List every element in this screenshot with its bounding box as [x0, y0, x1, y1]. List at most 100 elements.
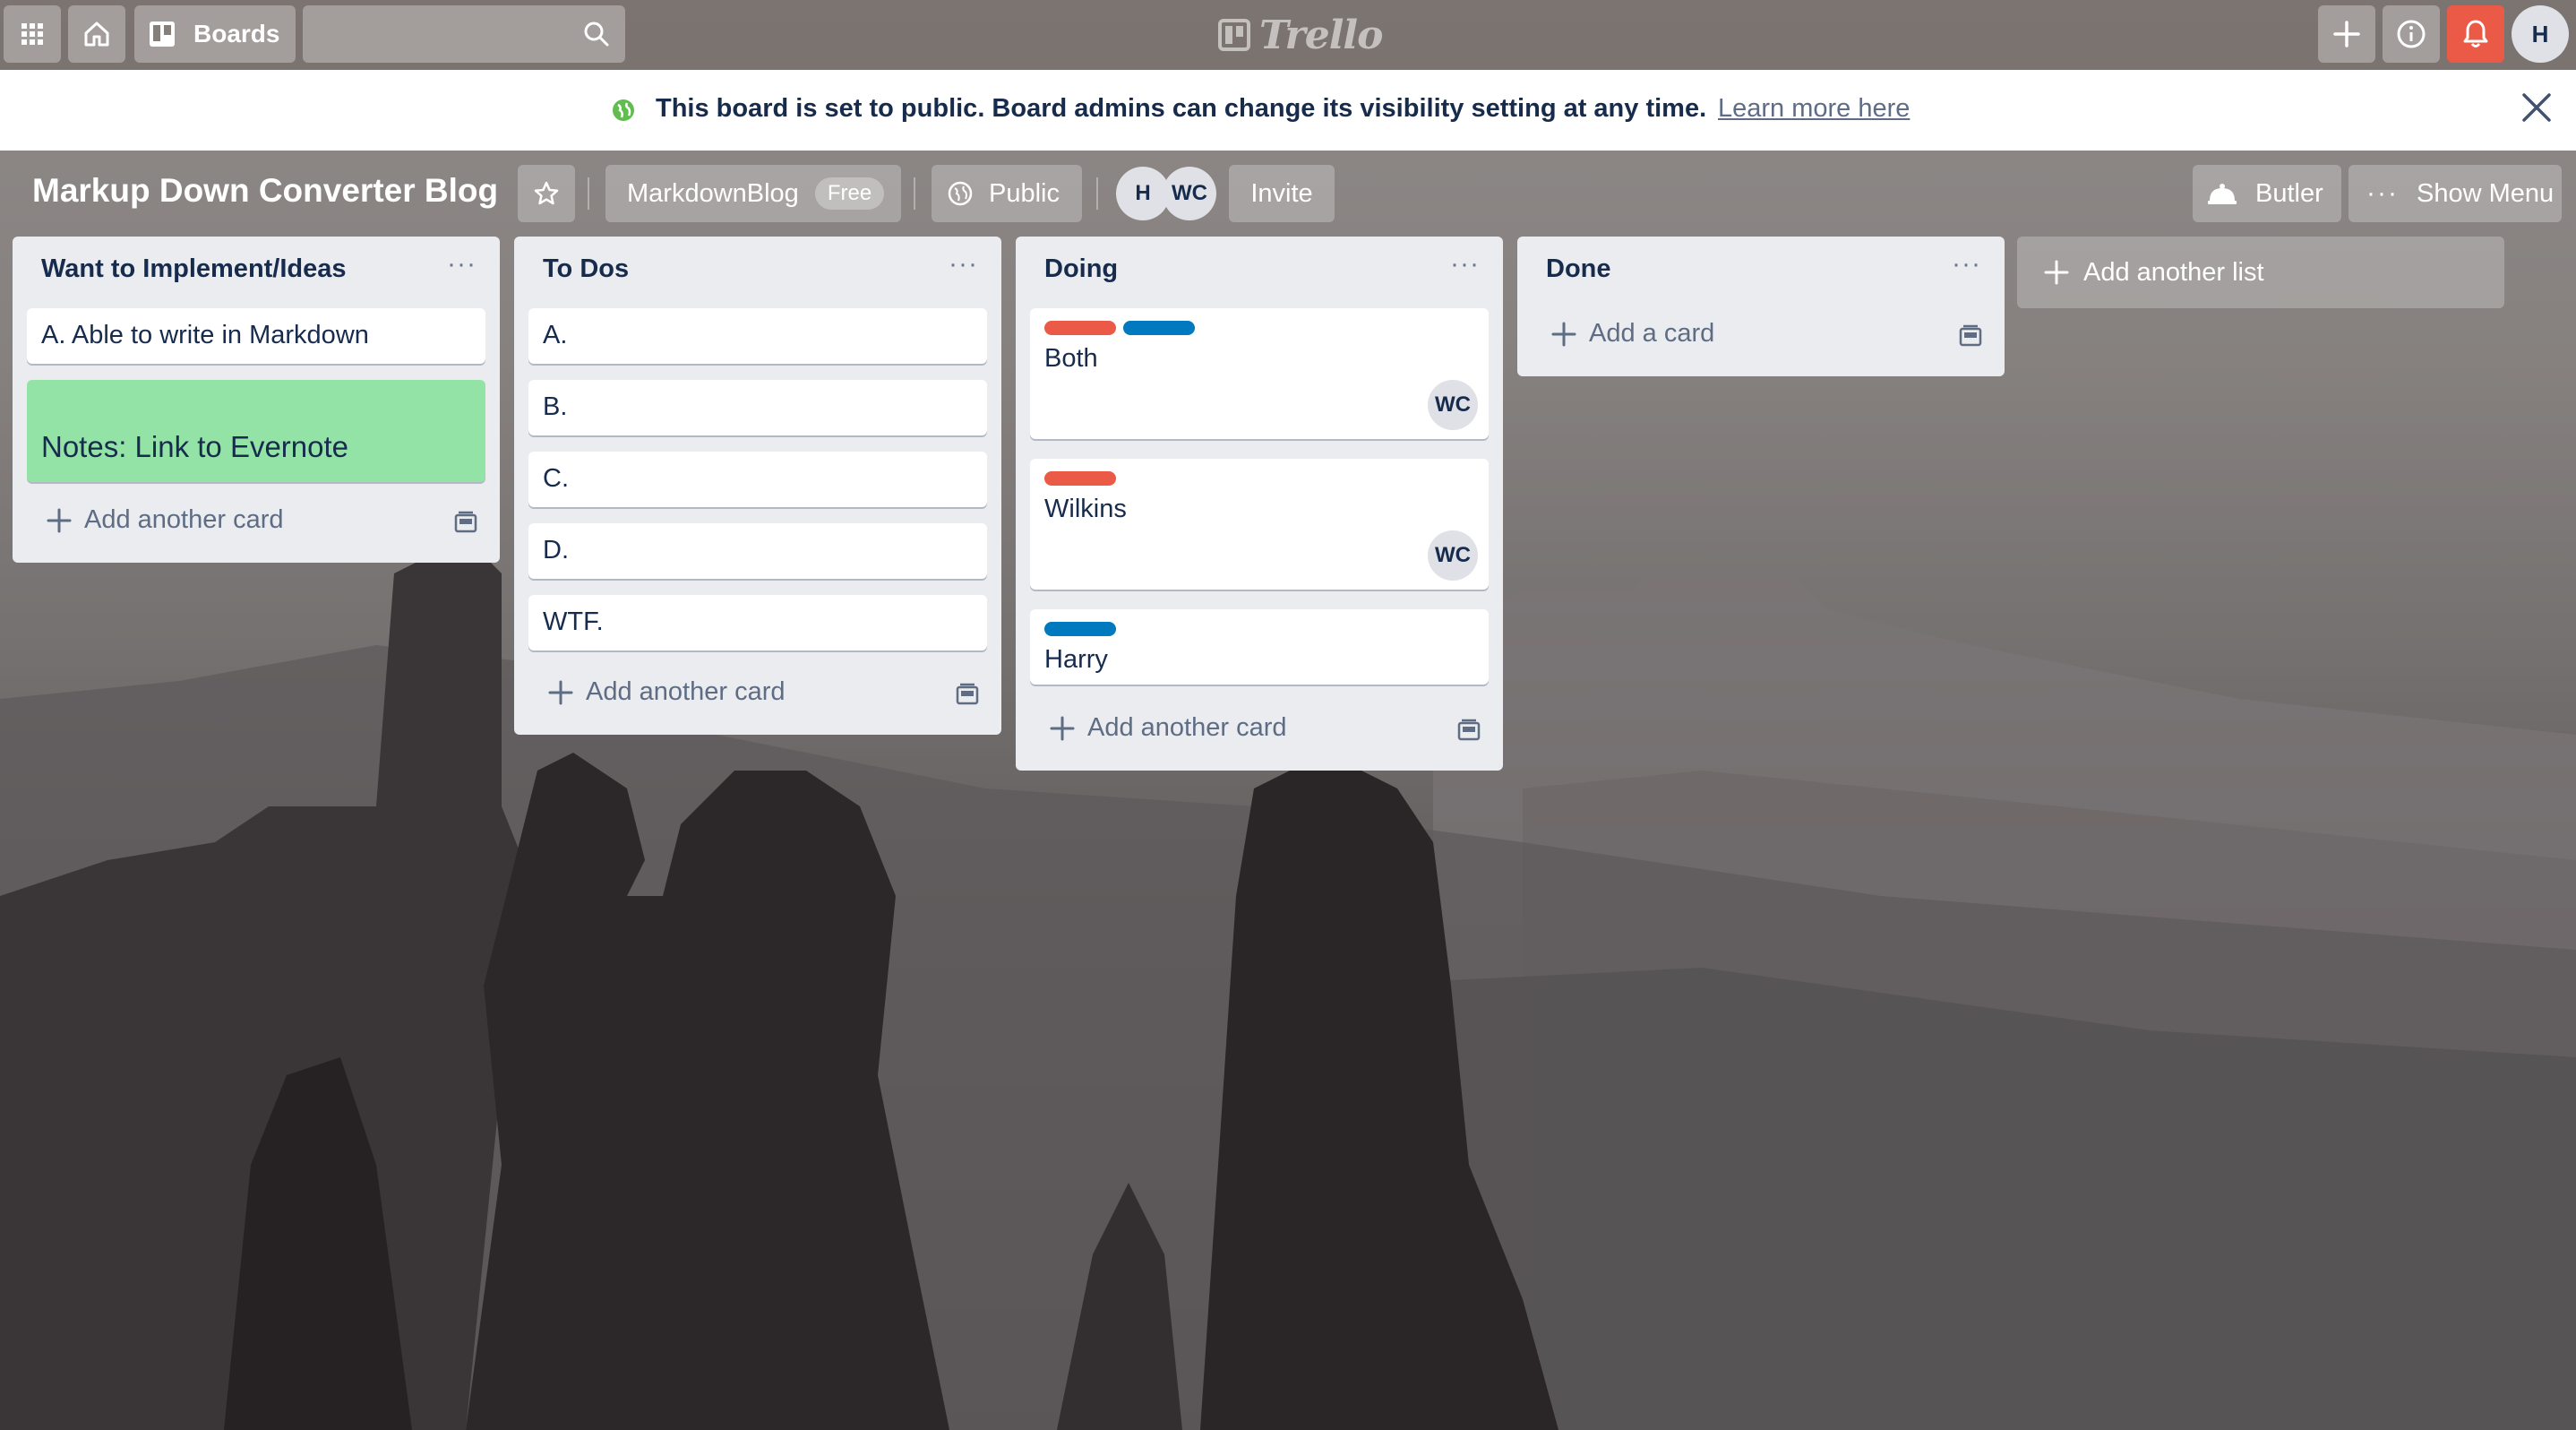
list-title[interactable]: Done: [1546, 254, 1611, 284]
card-label-red[interactable]: [1044, 321, 1116, 335]
list-want-to-implement: Want to Implement/Ideas ··· A. Able to w…: [13, 237, 500, 563]
card-title: A.: [543, 321, 568, 349]
card-with-cover[interactable]: Notes: Link to Evernote: [27, 380, 485, 482]
team-button[interactable]: MarkdownBlog Free: [605, 165, 901, 222]
apps-button[interactable]: [4, 5, 61, 63]
add-list-label: Add another list: [2083, 257, 2264, 287]
board-member-avatar[interactable]: WC: [1163, 167, 1216, 220]
show-menu-label: Show Menu: [2416, 178, 2555, 208]
card-label-red[interactable]: [1044, 471, 1116, 486]
boards-button[interactable]: Boards: [134, 5, 296, 63]
trello-logo[interactable]: Trello: [1218, 12, 1383, 58]
globe-icon: [948, 181, 973, 206]
list-done: Done ··· Add a card: [1517, 237, 2005, 376]
add-card-button[interactable]: Add another card: [47, 505, 283, 535]
add-list-button[interactable]: Add another list: [2017, 237, 2504, 308]
trello-logo-icon: [1218, 19, 1250, 51]
plus-icon: [47, 508, 72, 532]
create-button[interactable]: [2318, 5, 2375, 63]
home-button[interactable]: [68, 5, 125, 63]
board-icon: [150, 22, 175, 47]
card[interactable]: C.: [528, 452, 987, 507]
more-icon: ···: [2366, 178, 2399, 208]
butler-button[interactable]: Butler: [2193, 165, 2341, 222]
info-button[interactable]: [2383, 5, 2440, 63]
user-avatar[interactable]: H: [2512, 5, 2569, 63]
show-menu-button[interactable]: ··· Show Menu: [2348, 165, 2562, 222]
card[interactable]: B.: [528, 380, 987, 435]
card[interactable]: Wilkins WC: [1030, 459, 1489, 590]
card[interactable]: D.: [528, 523, 987, 579]
trello-logo-text: Trello: [1259, 12, 1383, 58]
card[interactable]: Harry: [1030, 609, 1489, 685]
list-title[interactable]: To Dos: [543, 254, 629, 284]
card-title: C.: [543, 464, 569, 493]
top-navigation-bar: Boards Trello H: [0, 0, 2576, 70]
team-name: MarkdownBlog: [627, 178, 799, 208]
globe-icon: [613, 99, 634, 121]
info-icon: [2397, 20, 2426, 48]
list-title[interactable]: Want to Implement/Ideas: [41, 254, 347, 284]
plus-icon: [2044, 260, 2069, 285]
list-menu-button[interactable]: ···: [1450, 249, 1480, 280]
grid-icon: [21, 23, 43, 45]
list-doing: Doing ··· Both WC Wilkins WC Harry Add a…: [1016, 237, 1503, 771]
search-input[interactable]: [303, 5, 571, 63]
plus-icon: [1551, 322, 1576, 346]
plus-icon: [2333, 21, 2360, 47]
card[interactable]: Both WC: [1030, 308, 1489, 439]
card-title: Both: [1044, 344, 1098, 373]
boards-label: Boards: [193, 20, 280, 47]
list-menu-button[interactable]: ···: [949, 249, 978, 280]
header-divider: [588, 177, 589, 210]
close-icon[interactable]: [2520, 91, 2553, 124]
card[interactable]: A.: [528, 308, 987, 364]
card-member-avatar[interactable]: WC: [1428, 380, 1478, 430]
visibility-label: Public: [989, 178, 1060, 208]
star-icon: [534, 181, 559, 205]
card-template-icon[interactable]: [453, 511, 478, 534]
search-icon[interactable]: [582, 20, 611, 48]
card-member-avatar[interactable]: WC: [1428, 530, 1478, 581]
plus-icon: [548, 680, 573, 704]
card-template-icon[interactable]: [955, 683, 980, 706]
list-menu-button[interactable]: ···: [1952, 249, 1981, 280]
bell-icon: [2463, 20, 2488, 47]
add-card-button[interactable]: Add a card: [1551, 319, 1714, 349]
list-to-dos: To Dos ··· A. B. C. D. WTF. Add another …: [514, 237, 1001, 735]
home-icon: [84, 22, 109, 47]
add-card-label: Add a card: [1589, 319, 1715, 348]
add-card-label: Add another card: [1087, 713, 1287, 742]
board-title[interactable]: Markup Down Converter Blog: [32, 172, 498, 210]
card-title: Wilkins: [1044, 495, 1127, 523]
team-plan-badge: Free: [814, 177, 885, 210]
card-title: A. Able to write in Markdown: [41, 321, 369, 349]
search-field[interactable]: [303, 5, 625, 63]
visibility-button[interactable]: Public: [932, 165, 1082, 222]
board-member-avatar[interactable]: H: [1116, 167, 1170, 220]
notifications-button[interactable]: [2447, 5, 2504, 63]
add-card-button[interactable]: Add another card: [548, 677, 785, 707]
add-card-label: Add another card: [586, 677, 786, 706]
invite-button[interactable]: Invite: [1229, 165, 1335, 222]
card-label-blue[interactable]: [1044, 622, 1116, 636]
add-card-label: Add another card: [84, 505, 284, 534]
list-menu-button[interactable]: ···: [447, 249, 477, 280]
butler-label: Butler: [2255, 178, 2323, 208]
card-label-blue[interactable]: [1123, 321, 1195, 335]
card-title: Notes: Link to Evernote: [41, 430, 349, 463]
card[interactable]: A. Able to write in Markdown: [27, 308, 485, 364]
add-card-button[interactable]: Add another card: [1050, 713, 1286, 743]
public-board-banner: This board is set to public. Board admin…: [0, 70, 2576, 151]
card[interactable]: WTF.: [528, 595, 987, 650]
card-title: B.: [543, 392, 568, 421]
list-title[interactable]: Doing: [1044, 254, 1118, 284]
learn-more-link[interactable]: Learn more here: [1718, 94, 1910, 124]
card-template-icon[interactable]: [1456, 719, 1481, 742]
banner-message: This board is set to public. Board admin…: [656, 94, 1707, 123]
header-divider: [1096, 177, 1098, 210]
star-board-button[interactable]: [518, 165, 575, 222]
plus-icon: [1050, 716, 1075, 740]
card-template-icon[interactable]: [1958, 324, 1983, 348]
invite-label: Invite: [1250, 178, 1313, 208]
